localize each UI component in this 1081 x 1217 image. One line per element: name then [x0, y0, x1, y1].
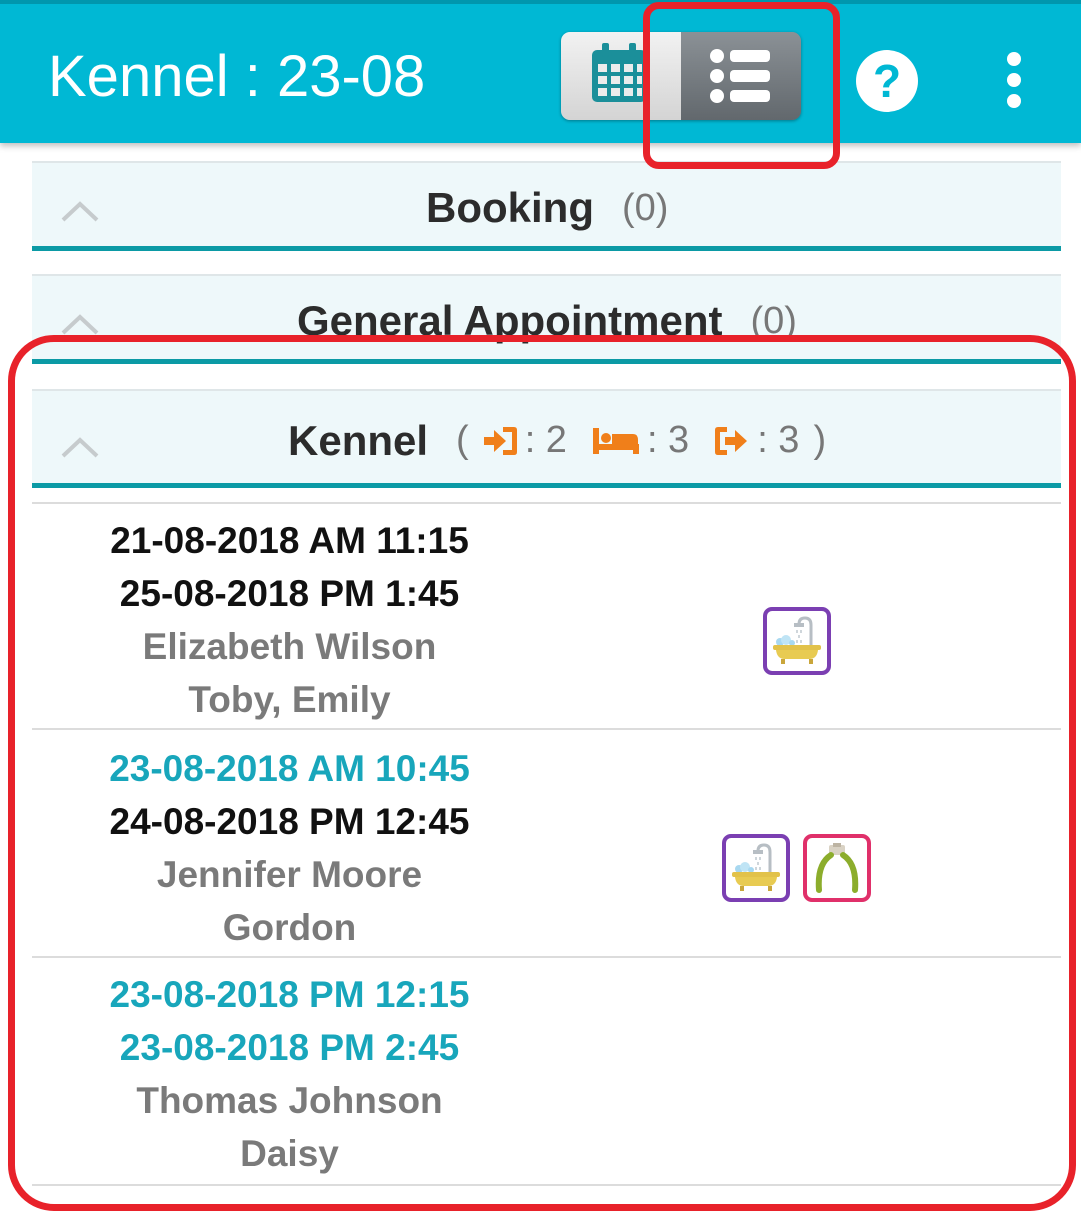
- chevron-up-icon: [61, 314, 99, 335]
- section-count: (0): [621, 186, 669, 229]
- app-bar: Kennel : 23-08 ?: [0, 0, 1081, 143]
- page-title: Kennel : 23-08: [48, 44, 426, 109]
- chevron-up-icon: [61, 201, 99, 222]
- svg-text:?: ?: [873, 55, 901, 107]
- highlight-box-kennel-list: [8, 335, 1076, 1211]
- section-booking-header[interactable]: Booking (0): [32, 161, 1061, 251]
- section-title: Booking: [426, 184, 594, 231]
- highlight-box-list-toggle: [643, 2, 840, 169]
- help-icon[interactable]: ?: [856, 50, 918, 112]
- more-vertical-icon[interactable]: [996, 50, 1032, 110]
